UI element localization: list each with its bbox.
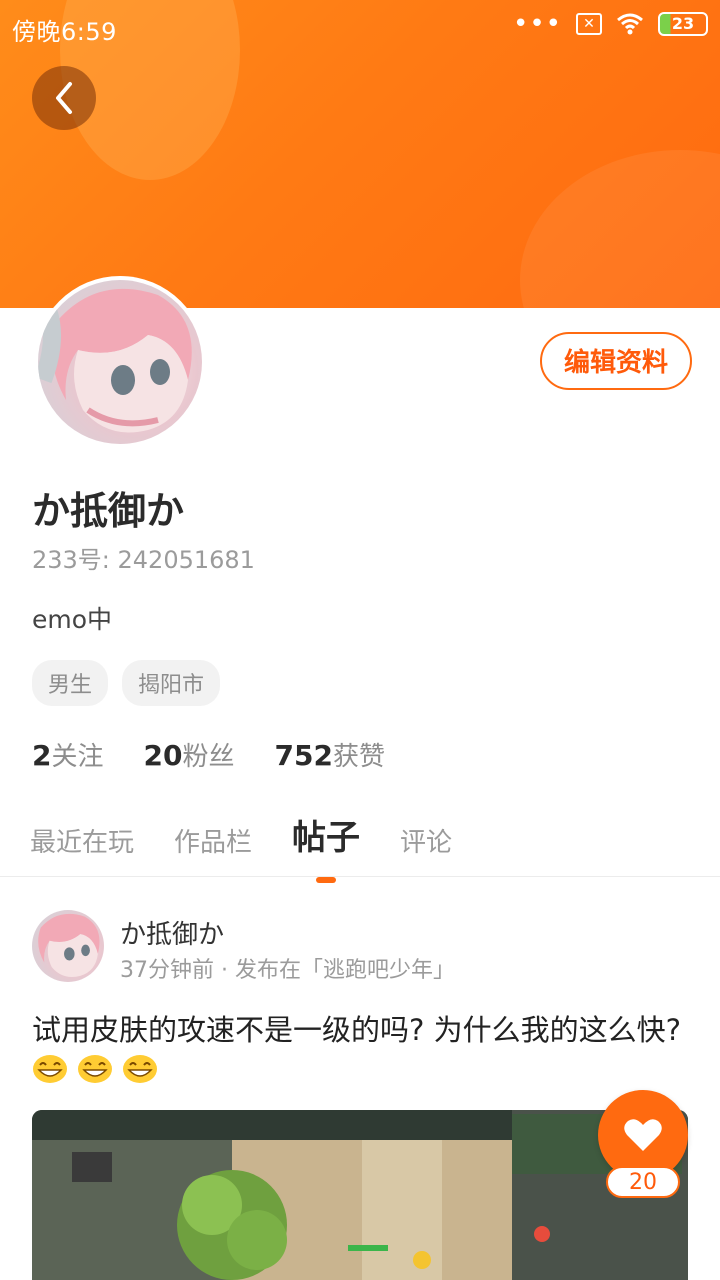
tab-posts-label: 帖子 <box>292 818 361 858</box>
avatar-image <box>38 280 202 444</box>
stat-followers[interactable]: 20粉丝 <box>144 736 235 773</box>
tab-recently-played[interactable]: 最近在玩 <box>30 822 134 859</box>
post-text-body: 试用皮肤的攻速不是一级的吗? 为什么我的这么快? <box>32 1013 682 1047</box>
post-author-avatar[interactable] <box>32 910 104 982</box>
heart-icon <box>624 1119 662 1151</box>
stat-likes[interactable]: 752获赞 <box>274 736 384 773</box>
username: か抵御か <box>32 489 185 533</box>
profile-banner: 傍晚6:59 ••• ✕ 23 <box>0 0 720 308</box>
stat-likes-label: 获赞 <box>332 742 385 772</box>
grin-emoji-icon <box>78 1055 113 1083</box>
edit-profile-button[interactable]: 编辑资料 <box>540 332 692 390</box>
post-meta: 37分钟前 · 发布在「逃跑吧少年」 <box>120 958 455 983</box>
back-button[interactable] <box>32 66 96 130</box>
stat-followers-value: 20 <box>143 739 183 772</box>
tabs-divider <box>0 876 720 877</box>
profile-tabs: 最近在玩 作品栏 帖子 评论 <box>30 810 452 883</box>
grin-emoji-icon <box>33 1055 67 1083</box>
post-game-screenshot[interactable] <box>32 1110 688 1280</box>
status-icons: ••• ✕ 23 <box>512 9 708 39</box>
wifi-icon <box>617 13 643 35</box>
tag-gender: 男生 <box>32 660 109 706</box>
game-scene-illustration <box>32 1110 688 1280</box>
stat-likes-value: 752 <box>274 739 333 772</box>
battery-icon: 23 <box>658 12 708 36</box>
stat-following-value: 2 <box>32 739 52 772</box>
stat-following[interactable]: 2关注 <box>32 736 104 773</box>
tab-posts[interactable]: 帖子 <box>292 810 361 883</box>
anime-avatar-illustration <box>38 913 100 977</box>
tab-comments[interactable]: 评论 <box>400 822 452 859</box>
status-time: 傍晚6:59 <box>12 18 117 46</box>
grin-emoji-icon <box>123 1055 158 1083</box>
like-count: 20 <box>606 1166 680 1198</box>
tab-works[interactable]: 作品栏 <box>174 822 252 859</box>
profile-stats: 2关注 20粉丝 752获赞 <box>32 736 385 773</box>
status-bar: 傍晚6:59 ••• ✕ 23 <box>0 0 720 52</box>
chevron-left-icon <box>56 82 72 114</box>
stat-following-label: 关注 <box>51 742 104 772</box>
profile-tags: 男生 揭阳市 <box>32 660 221 706</box>
tag-city: 揭阳市 <box>122 660 221 706</box>
anime-avatar-illustration <box>38 288 192 433</box>
banner-glow <box>520 150 720 308</box>
stat-followers-label: 粉丝 <box>182 742 235 772</box>
no-sim-icon: ✕ <box>576 13 602 35</box>
more-dots-icon: ••• <box>512 9 562 39</box>
user-id: 233号: 242051681 <box>32 546 255 574</box>
post-text[interactable]: 试用皮肤的攻速不是一级的吗? 为什么我的这么快? <box>32 1010 688 1090</box>
post-author-name[interactable]: か抵御か <box>120 914 224 951</box>
active-tab-indicator <box>316 877 337 883</box>
bio: emo中 <box>32 605 113 634</box>
avatar[interactable] <box>34 276 206 448</box>
